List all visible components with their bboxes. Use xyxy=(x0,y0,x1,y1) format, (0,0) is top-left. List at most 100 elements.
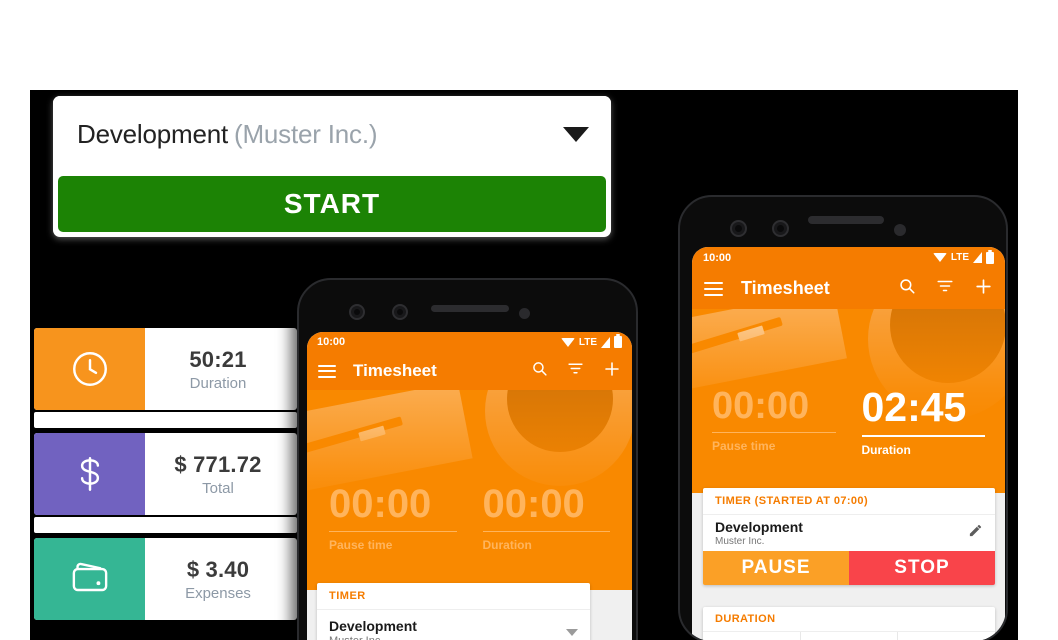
hero-timer-panel-middle: 00:00 Pause time 00:00 Duration xyxy=(307,390,632,590)
app-bar-title: Timesheet xyxy=(353,361,437,380)
pause-time-value: 00:00 xyxy=(712,385,810,427)
signal-icon xyxy=(973,252,982,263)
timer-actions-row: PAUSE STOP xyxy=(703,551,995,585)
network-type-label: LTE xyxy=(578,336,597,348)
chevron-down-icon[interactable] xyxy=(563,126,589,142)
chevron-down-icon[interactable] xyxy=(566,628,578,636)
stat-card-duration[interactable]: 50:21 Duration xyxy=(34,328,297,410)
timer-task-client: Muster Inc. xyxy=(329,635,417,640)
battery-icon xyxy=(614,334,622,348)
battery-icon xyxy=(986,249,994,264)
hero-timer-values-middle: 00:00 Pause time 00:00 Duration xyxy=(307,484,632,552)
stat-value: 50:21 xyxy=(189,346,247,372)
search-icon[interactable] xyxy=(898,277,916,300)
plus-icon[interactable] xyxy=(974,277,993,301)
duration-cell-day[interactable]: 04h 56m Day xyxy=(703,632,800,640)
timer-card-header: TIMER (STARTED AT 07:00) xyxy=(703,488,995,515)
wallet-icon xyxy=(34,538,145,620)
app-bar-title: Timesheet xyxy=(741,278,830,298)
stat-card-total[interactable]: $ 771.72 Total xyxy=(34,433,297,515)
duration-cell-month[interactable]: 49h 56m Month xyxy=(897,632,995,640)
stat-value: $ 3.40 xyxy=(186,556,250,582)
pause-button[interactable]: PAUSE xyxy=(703,551,849,585)
screenshot-root: Development (Muster Inc.) START 50:21 Dur… xyxy=(0,0,1058,640)
status-time: 10:00 xyxy=(703,251,732,264)
stop-button[interactable]: STOP xyxy=(849,551,995,585)
stat-body: $ 771.72 Total xyxy=(145,433,297,515)
timer-card-right: TIMER (STARTED AT 07:00) Development Mus… xyxy=(703,488,995,585)
app-bar-right: Timesheet xyxy=(692,268,1005,309)
duration-card-header: DURATION xyxy=(703,607,995,632)
duration-label: Duration xyxy=(861,443,911,457)
search-icon[interactable] xyxy=(531,360,548,382)
duration-label: Duration xyxy=(482,538,532,552)
timer-card-middle: TIMER Development Muster Inc. xyxy=(317,583,590,640)
front-camera-secondary-icon xyxy=(772,220,789,237)
timer-task-name: Development xyxy=(329,617,417,634)
pause-time-block: 00:00 Pause time xyxy=(329,484,471,552)
project-picker-card[interactable]: Development (Muster Inc.) START xyxy=(53,96,611,237)
timer-task-client: Muster Inc. xyxy=(715,536,765,547)
phone-screen-right: 10:00 LTE Timesheet 00:00 Pause time 02:… xyxy=(692,247,1005,640)
stat-label: Duration xyxy=(189,374,247,392)
stat-body: $ 3.40 Expenses xyxy=(145,538,297,620)
duration-cell-week[interactable]: 10h 56m Week xyxy=(799,632,898,640)
filter-icon[interactable] xyxy=(567,360,584,382)
duration-block: 00:00 Duration xyxy=(471,482,610,552)
wifi-icon xyxy=(932,253,947,262)
earpiece-speaker xyxy=(431,305,509,312)
status-bar-middle: 10:00 LTE xyxy=(307,332,632,352)
dollar-icon xyxy=(34,433,145,515)
duration-card-right: DURATION 04h 56m Day 10h 56m Week 49h 56… xyxy=(703,607,995,640)
app-bar-middle: Timesheet xyxy=(307,352,632,390)
app-bar-actions xyxy=(898,277,993,301)
network-type-label: LTE xyxy=(950,252,969,263)
timer-task-row[interactable]: Development Muster Inc. xyxy=(317,610,590,640)
stat-card-expenses[interactable]: $ 3.40 Expenses xyxy=(34,538,297,620)
duration-block: 02:45 Duration xyxy=(850,384,985,457)
duration-value: 02:45 xyxy=(861,384,967,430)
pause-time-label: Pause time xyxy=(329,538,393,552)
stat-value: $ 771.72 xyxy=(174,451,262,477)
plus-icon[interactable] xyxy=(603,360,621,383)
hamburger-menu-icon[interactable] xyxy=(318,364,336,378)
stat-label: Total xyxy=(202,479,234,497)
stat-card-sliver xyxy=(34,517,297,533)
phone-screen-middle: 10:00 LTE Timesheet 00:00 Pause time 00:… xyxy=(307,332,632,640)
start-button-large[interactable]: START xyxy=(58,176,606,232)
filter-icon[interactable] xyxy=(936,277,954,300)
phone-device-right: 10:00 LTE Timesheet 00:00 Pause time 02:… xyxy=(678,195,1008,640)
front-camera-icon xyxy=(349,304,365,320)
front-camera-secondary-icon xyxy=(392,304,408,320)
stat-label: Expenses xyxy=(185,584,251,602)
phone-notch-right xyxy=(680,197,1006,252)
hamburger-menu-icon[interactable] xyxy=(704,281,723,296)
project-name: Development xyxy=(77,118,228,149)
timer-task-texts: Development Muster Inc. xyxy=(329,618,417,640)
proximity-sensor-icon xyxy=(894,224,906,236)
duration-grid: 04h 56m Day 10h 56m Week 49h 56m Month xyxy=(703,632,995,640)
project-client: (Muster Inc.) xyxy=(234,118,378,149)
project-picker-row[interactable]: Development (Muster Inc.) xyxy=(53,96,611,172)
status-indicators: LTE xyxy=(560,334,622,348)
stat-card-sliver xyxy=(34,412,297,428)
stat-body: 50:21 Duration xyxy=(145,328,297,410)
project-picker-text: Development (Muster Inc.) xyxy=(77,118,378,150)
duration-value: 00:00 xyxy=(482,482,585,526)
proximity-sensor-icon xyxy=(519,308,530,319)
front-camera-icon xyxy=(730,220,747,237)
hero-timer-values-right: 00:00 Pause time 02:45 Duration xyxy=(692,387,1005,457)
status-indicators: LTE xyxy=(932,249,994,264)
status-bar-right: 10:00 LTE xyxy=(692,247,1005,268)
pencil-edit-icon[interactable] xyxy=(968,523,983,543)
timer-card-header: TIMER xyxy=(317,583,590,610)
clock-icon xyxy=(34,328,145,410)
earpiece-speaker xyxy=(808,216,884,224)
wifi-icon xyxy=(560,337,575,347)
pause-time-block: 00:00 Pause time xyxy=(712,387,850,457)
app-bar-actions xyxy=(531,360,621,383)
phone-device-middle: 10:00 LTE Timesheet 00:00 Pause time 00:… xyxy=(297,278,638,640)
phone-notch-middle xyxy=(299,280,636,336)
timer-task-texts: Development Muster Inc. xyxy=(715,519,803,547)
timer-task-row[interactable]: Development Muster Inc. xyxy=(703,515,995,551)
